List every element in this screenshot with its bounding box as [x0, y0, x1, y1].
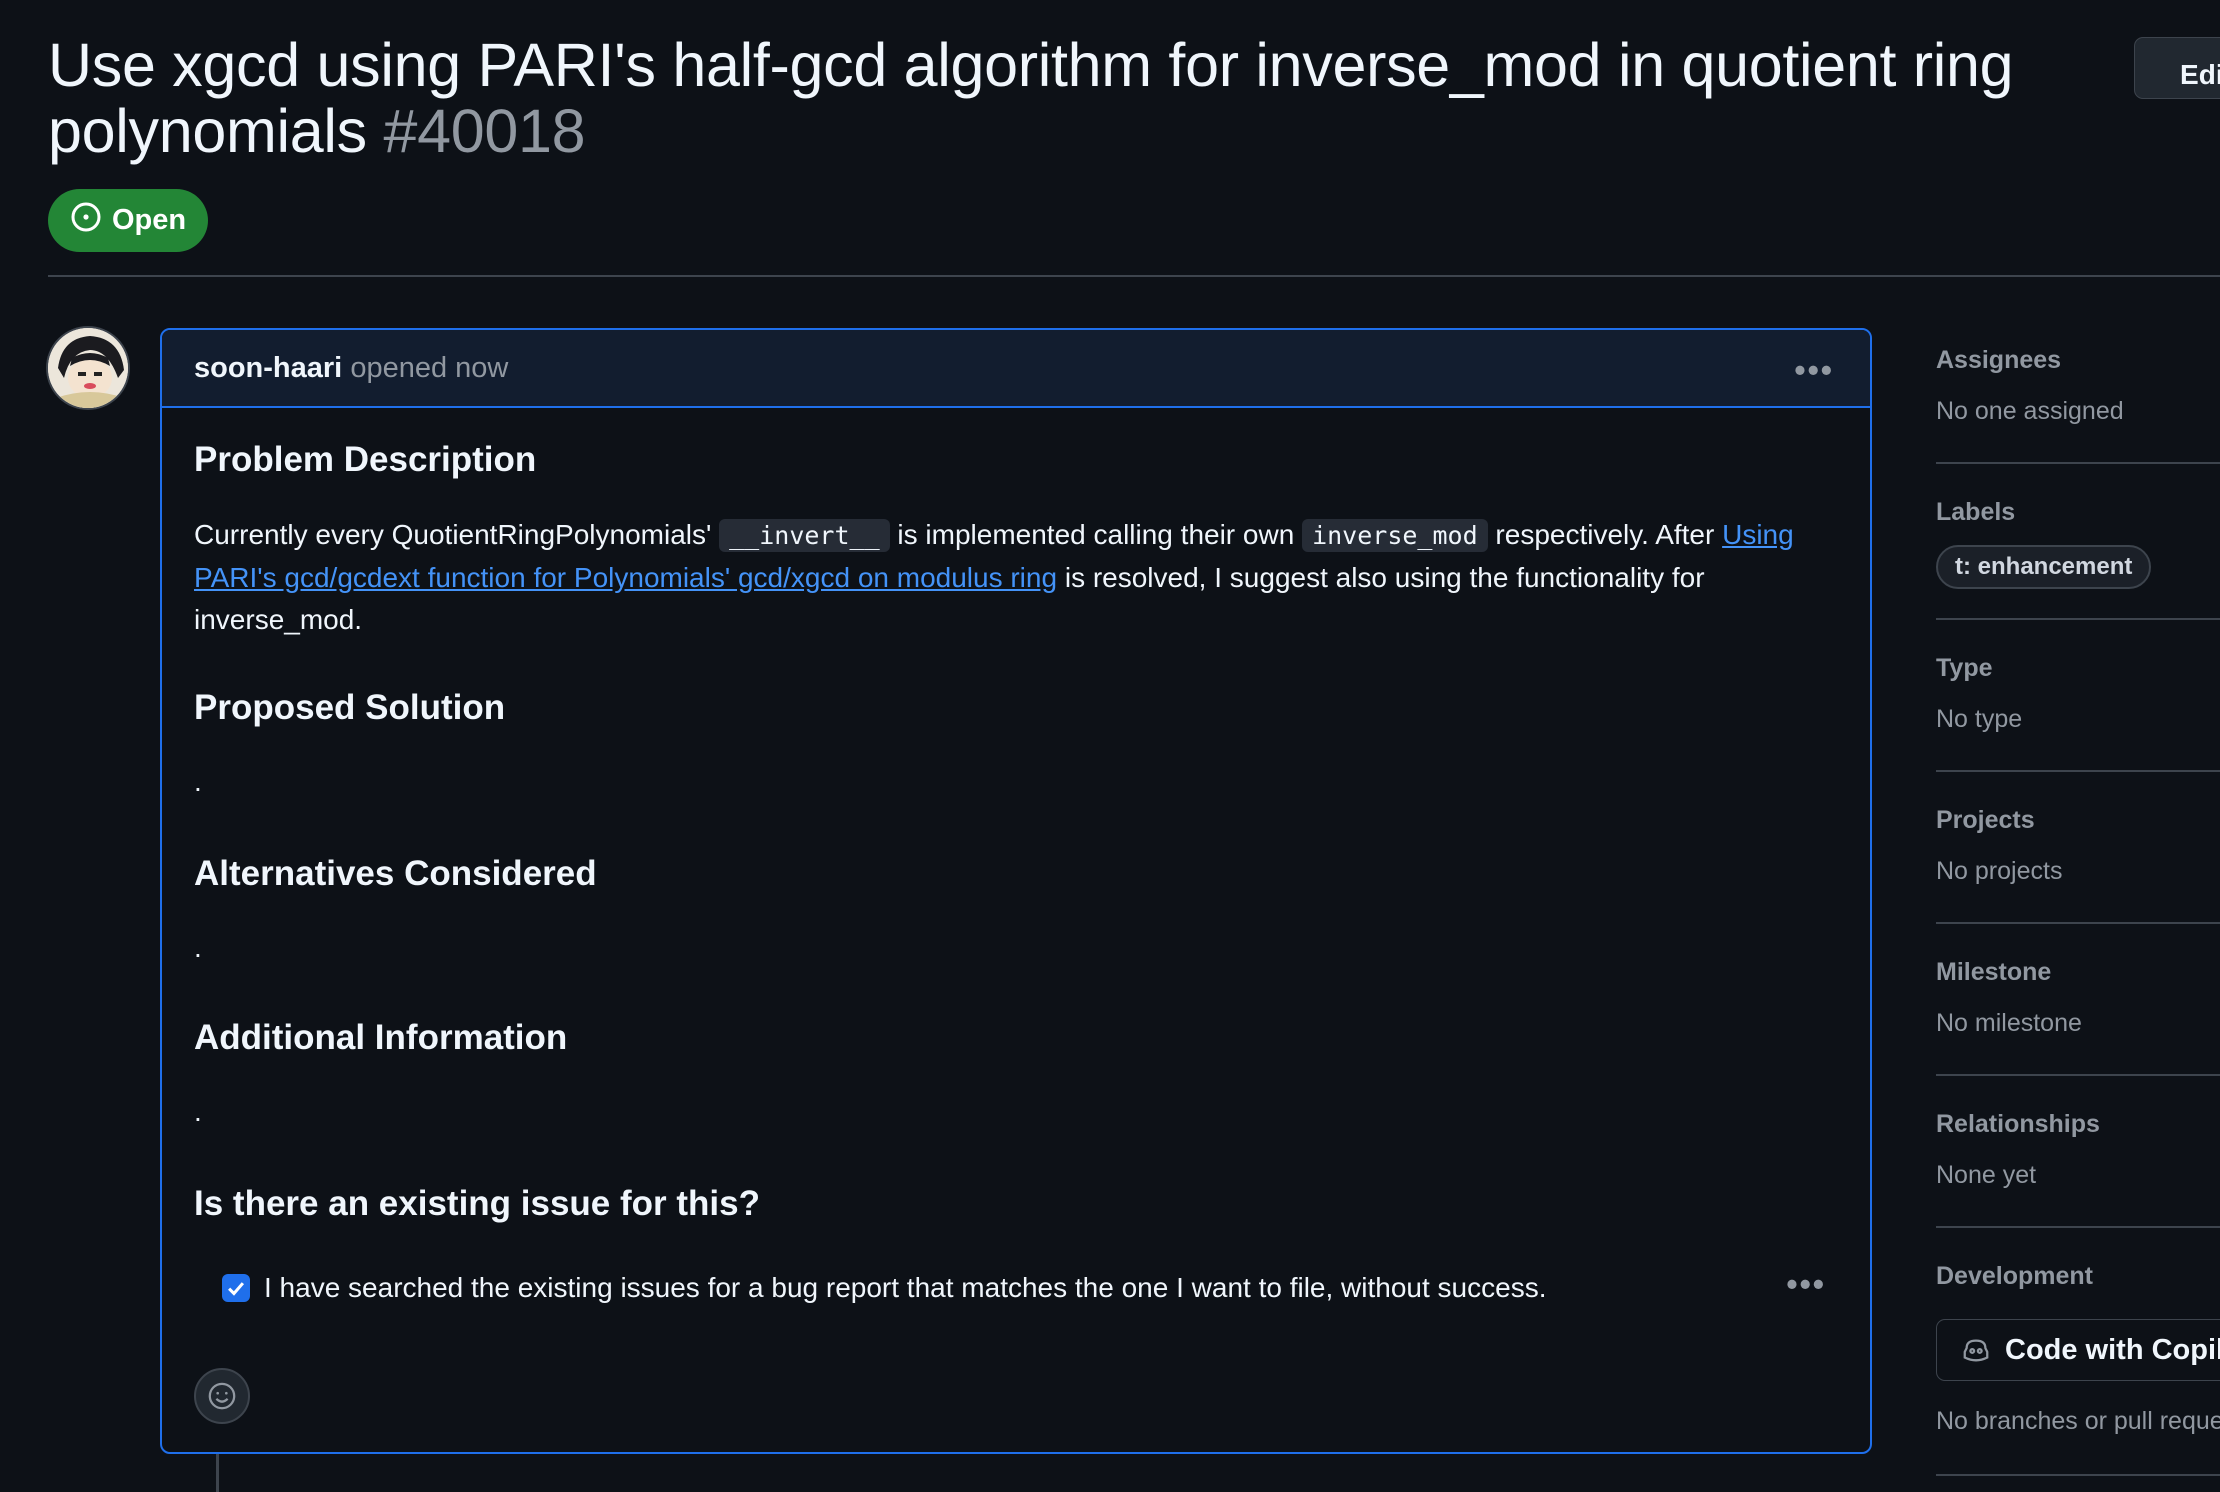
sidebar-divider — [1936, 770, 2220, 772]
checkbox-checked-icon[interactable] — [222, 1274, 250, 1302]
issue-page: Use xgcd using PARI's half-gcd algorithm… — [0, 0, 2220, 1492]
existing-issue-heading: Is there an existing issue for this? — [194, 1184, 760, 1223]
problem-paragraph: Currently every QuotientRingPolynomials'… — [194, 514, 1844, 641]
assignees-value: No one assigned — [1936, 397, 2124, 425]
timeline-line — [216, 1454, 219, 1492]
type-title[interactable]: Type — [1936, 654, 2220, 683]
code-with-copilot-button[interactable]: Code with Copilot — [1936, 1319, 2220, 1381]
edit-button[interactable]: Edit — [2134, 37, 2220, 99]
development-title[interactable]: Development — [1936, 1262, 2220, 1291]
problem-text-2: is implemented calling their own — [889, 519, 1303, 550]
projects-value: No projects — [1936, 857, 2063, 885]
smiley-icon — [208, 1382, 236, 1410]
sidebar-labels[interactable]: Labels t: enhancement — [1936, 498, 2220, 589]
issue-title-text: Use xgcd using PARI's half-gcd algorithm… — [48, 31, 2014, 165]
type-value: No type — [1936, 705, 2023, 733]
milestone-title[interactable]: Milestone — [1936, 958, 2220, 987]
solution-heading: Proposed Solution — [194, 688, 506, 727]
checkbox-label: I have searched the existing issues for … — [264, 1272, 1547, 1303]
issue-comment: soon-haari opened now ••• Problem Descri… — [160, 328, 1872, 1454]
relationships-title[interactable]: Relationships — [1936, 1110, 2220, 1139]
sidebar-divider — [1936, 618, 2220, 620]
status-badge: Open — [48, 189, 208, 252]
comment-author[interactable]: soon-haari — [194, 352, 342, 384]
status-label: Open — [112, 204, 187, 236]
header-divider — [48, 275, 2220, 277]
avatar[interactable] — [46, 326, 130, 410]
task-list-item: I have searched the existing issues for … — [222, 1272, 1546, 1304]
code-inverse-mod: inverse_mod — [1302, 519, 1488, 552]
issue-title: Use xgcd using PARI's half-gcd algorithm… — [48, 32, 2098, 164]
sidebar-type[interactable]: Type No type — [1936, 654, 2220, 734]
sidebar-divider — [1936, 1226, 2220, 1228]
sidebar-divider — [1936, 1074, 2220, 1076]
problem-text-1: Currently every QuotientRingPolynomials' — [194, 519, 720, 550]
label-pill[interactable]: t: enhancement — [1936, 545, 2152, 589]
problem-heading: Problem Description — [194, 440, 537, 479]
sidebar-development[interactable]: Development Code with Copilot No branche… — [1936, 1262, 2220, 1436]
issue-opened-icon — [70, 201, 102, 241]
labels-title[interactable]: Labels — [1936, 498, 2220, 527]
solution-text: . — [194, 766, 202, 797]
copilot-icon — [1963, 1339, 1989, 1362]
sidebar-divider — [1936, 462, 2220, 464]
additional-heading: Additional Information — [194, 1018, 568, 1057]
sidebar-relationships[interactable]: Relationships None yet — [1936, 1110, 2220, 1190]
task-options-icon[interactable]: ••• — [1786, 1266, 1826, 1303]
alternatives-text: . — [194, 932, 202, 963]
projects-title[interactable]: Projects — [1936, 806, 2220, 835]
sidebar-milestone[interactable]: Milestone No milestone — [1936, 958, 2220, 1038]
alternatives-heading: Alternatives Considered — [194, 854, 597, 893]
add-reaction-button[interactable] — [194, 1368, 250, 1424]
sidebar-projects[interactable]: Projects No projects — [1936, 806, 2220, 886]
code-invert: __invert__ — [719, 519, 890, 552]
assignees-title[interactable]: Assignees — [1936, 346, 2220, 375]
relationships-value: None yet — [1936, 1161, 2037, 1189]
development-value: No branches or pull requests — [1936, 1407, 2220, 1435]
sidebar-assignees[interactable]: Assignees No one assigned — [1936, 346, 2220, 426]
sidebar-divider — [1936, 922, 2220, 924]
copilot-button-label: Code with Copilot — [2005, 1333, 2220, 1366]
comment-time[interactable]: opened now — [350, 352, 508, 384]
sidebar-divider — [1936, 1474, 2220, 1476]
milestone-value: No milestone — [1936, 1009, 2082, 1037]
problem-text-3: respectively. After — [1487, 519, 1723, 550]
issue-number: #40018 — [383, 97, 586, 165]
additional-text: . — [194, 1096, 202, 1127]
comment-header: soon-haari opened now ••• — [162, 330, 1870, 408]
comment-options-icon[interactable]: ••• — [1794, 352, 1834, 389]
